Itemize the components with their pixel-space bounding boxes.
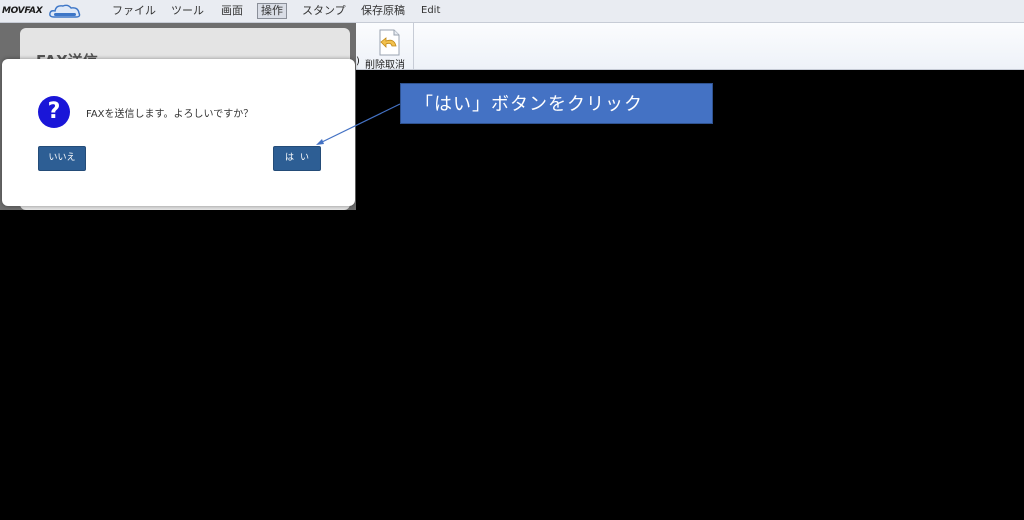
callout-arrow — [316, 103, 401, 145]
